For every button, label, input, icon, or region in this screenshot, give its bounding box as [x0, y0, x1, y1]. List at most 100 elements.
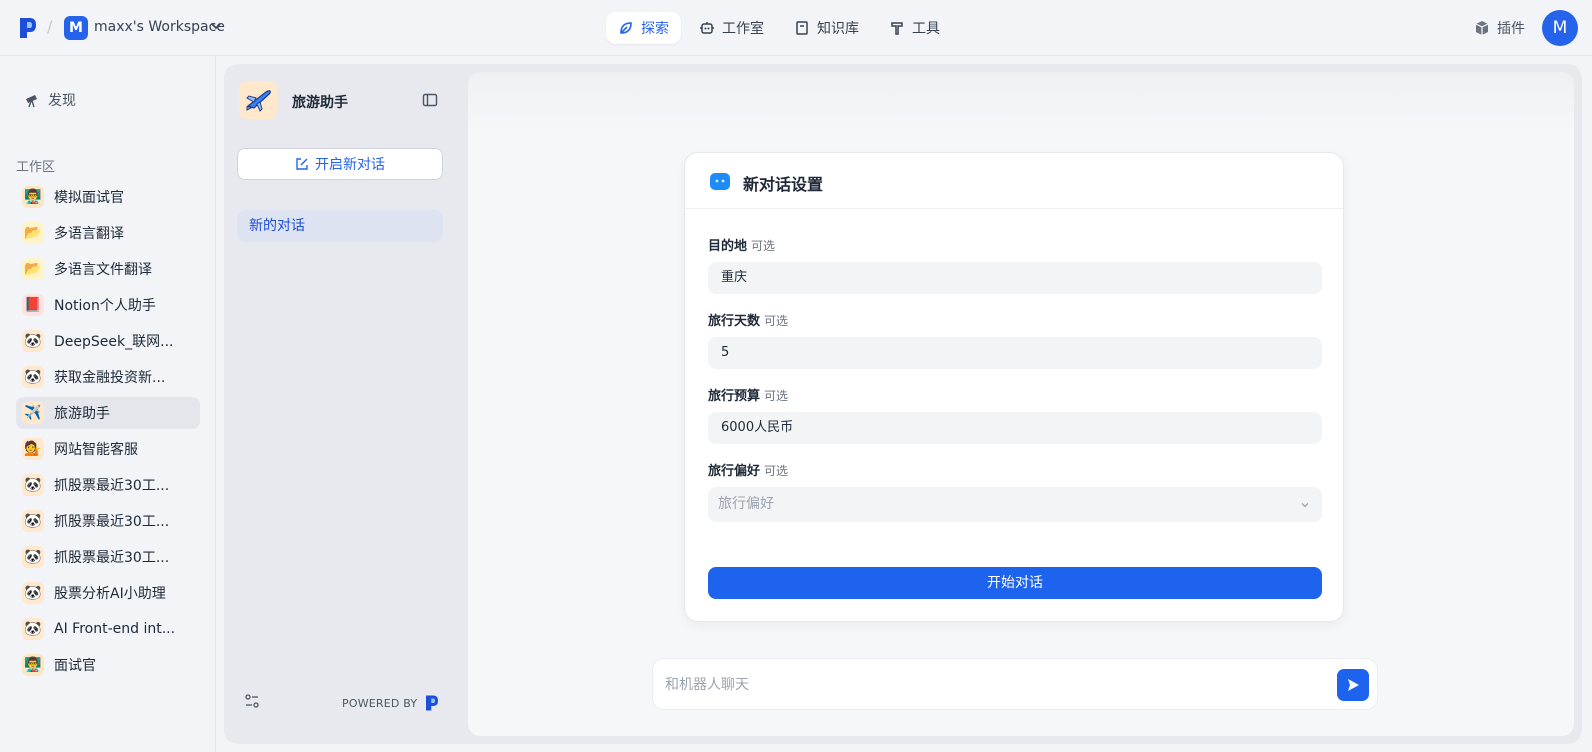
- sidebar-app-label: 模拟面试官: [54, 190, 124, 206]
- optional-tag: 可选: [764, 464, 789, 478]
- sidebar-app-label: 股票分析AI小助理: [54, 586, 166, 602]
- optional-tag: 可选: [764, 314, 789, 328]
- workspace-section-label: 工作区: [16, 160, 56, 175]
- robot-icon: 🐼: [22, 330, 44, 352]
- conversation-item[interactable]: 新的对话: [237, 210, 443, 242]
- sidebar-app-label: 旅游助手: [54, 406, 110, 422]
- airplane-icon: [246, 90, 271, 112]
- compass-leaf-icon: [620, 22, 632, 34]
- powered-by-label: POWERED BY: [342, 696, 418, 710]
- main-container: 旅游助手 开启新对话 新的对话 POWERED BY 新对话设置 目的地 可选 …: [224, 64, 1582, 744]
- nav-knowledge-label: 知识库: [817, 21, 859, 37]
- nav-studio-label: 工作室: [722, 21, 764, 37]
- send-button[interactable]: [1337, 669, 1369, 701]
- chat-input[interactable]: [665, 673, 1315, 697]
- travel-budget-field: 旅行预算 可选 6000人民币: [708, 385, 1322, 444]
- sidebar-app-item[interactable]: 🐼 抓股票最近30工...: [16, 541, 200, 573]
- plugins-label: 插件: [1497, 21, 1525, 37]
- chevron-down-icon[interactable]: [210, 20, 222, 32]
- sidebar-app-label: 抓股票最近30工...: [54, 550, 170, 566]
- nav-tools-label: 工具: [912, 21, 940, 37]
- optional-tag: 可选: [751, 239, 776, 253]
- travel-budget-label: 旅行预算 可选: [708, 385, 1322, 404]
- sidebar-app-item[interactable]: 💁 网站智能客服: [16, 433, 200, 465]
- sidebar-app-label: DeepSeek_联网...: [54, 334, 174, 350]
- sidebar-app-item[interactable]: 🐼 DeepSeek_联网...: [16, 325, 200, 357]
- destination-input[interactable]: 重庆: [708, 262, 1322, 294]
- sidebar-app-item[interactable]: 🐼 抓股票最近30工...: [16, 505, 200, 537]
- robot-icon: 🐼: [22, 546, 44, 568]
- destination-label: 目的地 可选: [708, 235, 1322, 254]
- sidebar-app-label: 抓股票最近30工...: [54, 478, 170, 494]
- app-logo-icon[interactable]: [18, 16, 38, 40]
- hammer-icon: [891, 22, 903, 35]
- sidebar-app-item[interactable]: 👨‍🏫 面试官: [16, 649, 200, 681]
- breadcrumb-separator: /: [47, 17, 53, 36]
- user-avatar[interactable]: M: [1542, 10, 1578, 46]
- chat-area: 新对话设置 目的地 可选 重庆 旅行天数 可选 5 旅行预算 可选 6000人民币: [468, 72, 1574, 736]
- sidebar-app-item[interactable]: 📂 多语言文件翻译: [16, 253, 200, 285]
- chat-input-box: [652, 658, 1378, 710]
- travel-preference-select[interactable]: 旅行偏好: [708, 487, 1322, 522]
- interviewer-icon: 👨‍🏫: [22, 654, 44, 676]
- start-chat-button[interactable]: 开始对话: [708, 567, 1322, 599]
- travel-preference-label: 旅行偏好 可选: [708, 460, 1322, 479]
- conversation-panel: 旅游助手 开启新对话 新的对话 POWERED BY: [224, 64, 468, 744]
- new-chat-settings-card: 新对话设置 目的地 可选 重庆 旅行天数 可选 5 旅行预算 可选 6000人民币: [684, 152, 1344, 622]
- travel-days-label-text: 旅行天数: [708, 314, 761, 329]
- settings-sliders-icon[interactable]: [244, 693, 260, 709]
- robot-icon: 🐼: [22, 510, 44, 532]
- folder-icon: 📂: [22, 258, 44, 280]
- sidebar-app-item[interactable]: ✈️ 旅游助手: [16, 397, 200, 429]
- plugins-link[interactable]: 插件: [1474, 18, 1525, 38]
- sidebar-app-item[interactable]: 🐼 抓股票最近30工...: [16, 469, 200, 501]
- destination-label-text: 目的地: [708, 239, 748, 254]
- nav-knowledge[interactable]: 知识库: [782, 12, 871, 44]
- send-icon: [1348, 679, 1359, 691]
- powered-by: POWERED BY: [342, 694, 441, 712]
- sidebar-app-label: 网站智能客服: [54, 442, 138, 458]
- sidebar-app-label: 抓股票最近30工...: [54, 514, 170, 530]
- top-bar: / M maxx's Workspace 探索 工作室 知识库 工具 插件 M: [0, 0, 1592, 56]
- main-nav: 探索 工作室 知识库 工具: [606, 12, 952, 44]
- workspace-name[interactable]: maxx's Workspace: [94, 19, 225, 35]
- robot-icon: 🐼: [22, 366, 44, 388]
- travel-days-input[interactable]: 5: [708, 337, 1322, 369]
- sidebar-app-item[interactable]: 📂 多语言翻译: [16, 217, 200, 249]
- telescope-icon: [26, 95, 37, 108]
- discover-label: 发现: [48, 93, 76, 109]
- robot-icon: 🐼: [22, 582, 44, 604]
- robot-icon: [700, 22, 714, 34]
- card-title: 新对话设置: [743, 175, 824, 194]
- airplane-icon: ✈️: [22, 402, 44, 424]
- sidebar-toggle-icon[interactable]: [422, 92, 438, 108]
- brand-logo-icon: [426, 695, 439, 711]
- chat-bot-icon: [710, 173, 730, 190]
- travel-preference-label-text: 旅行偏好: [708, 464, 761, 479]
- edit-icon: [296, 158, 308, 170]
- sidebar-app-label: 多语言文件翻译: [54, 262, 152, 278]
- nav-explore[interactable]: 探索: [606, 12, 681, 44]
- travel-budget-label-text: 旅行预算: [708, 389, 761, 404]
- travel-budget-input[interactable]: 6000人民币: [708, 412, 1322, 444]
- sidebar-app-label: 多语言翻译: [54, 226, 124, 242]
- sidebar-app-item[interactable]: 🐼 股票分析AI小助理: [16, 577, 200, 609]
- sidebar-app-item[interactable]: 🐼 获取金融投资新...: [16, 361, 200, 393]
- travel-days-label: 旅行天数 可选: [708, 310, 1322, 329]
- book-icon: [796, 21, 808, 35]
- nav-studio[interactable]: 工作室: [687, 12, 776, 44]
- sidebar-app-item[interactable]: 🐼 AI Front-end int...: [16, 613, 200, 645]
- nav-explore-label: 探索: [641, 21, 669, 37]
- sidebar-app-item[interactable]: 👨‍🏫 模拟面试官: [16, 181, 200, 213]
- sidebar-app-label: Notion个人助手: [54, 298, 156, 314]
- destination-field: 目的地 可选 重庆: [708, 235, 1322, 294]
- discover-link[interactable]: 发现: [24, 90, 76, 110]
- sidebar-app-label: 面试官: [54, 658, 96, 674]
- bot-name: 旅游助手: [292, 95, 348, 111]
- sidebar-app-item[interactable]: 📕 Notion个人助手: [16, 289, 200, 321]
- workspace-avatar[interactable]: M: [64, 16, 88, 40]
- cube-icon: [1475, 21, 1489, 35]
- interviewer-icon: 👨‍🏫: [22, 186, 44, 208]
- new-chat-button[interactable]: 开启新对话: [237, 148, 443, 180]
- nav-tools[interactable]: 工具: [877, 12, 952, 44]
